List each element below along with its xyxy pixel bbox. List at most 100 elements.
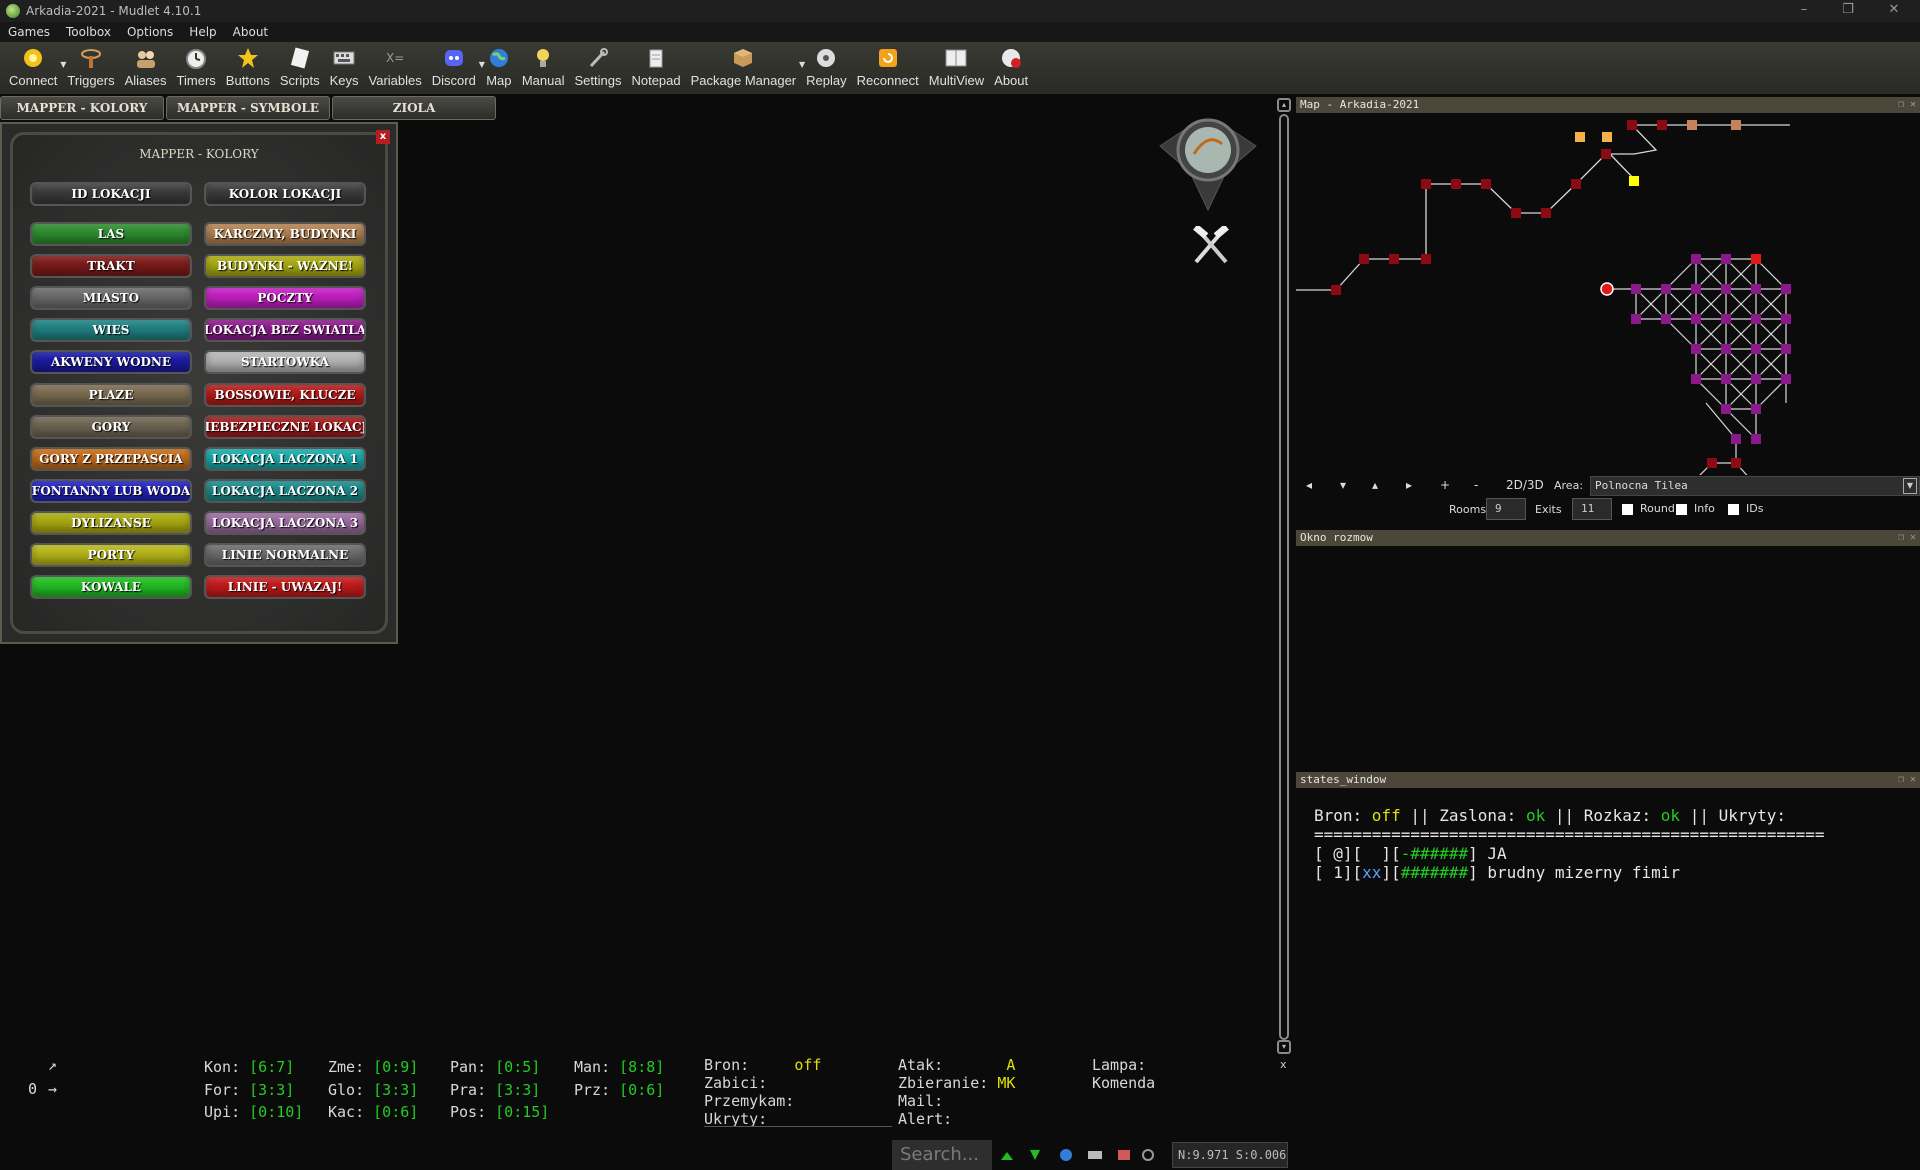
panel-title: MAPPER - KOLORY — [139, 147, 259, 161]
about-button[interactable]: About — [989, 42, 1033, 88]
buttons-button[interactable]: Buttons — [221, 42, 275, 88]
color-button-right-2[interactable]: POCZTY — [204, 286, 366, 311]
tab-ziola[interactable]: ZIOLA — [332, 96, 496, 120]
scripts-button[interactable]: Scripts — [275, 42, 325, 88]
compass-arrow-e: → — [48, 1080, 58, 1098]
settings-button[interactable]: Settings — [569, 42, 626, 88]
notepad-button[interactable]: Notepad — [626, 42, 685, 88]
map-nav-west[interactable]: ◂ — [1306, 478, 1312, 492]
stat-value: [6:7] — [249, 1058, 295, 1076]
stat-value: [0:6] — [373, 1103, 419, 1121]
panel-close-button[interactable]: x — [376, 130, 390, 144]
map-room-path-9 — [1571, 179, 1581, 189]
map-room-grid-4 — [1661, 284, 1671, 294]
timers-button[interactable]: Timers — [172, 42, 221, 88]
map-nav-north[interactable]: ▴ — [1372, 478, 1378, 492]
id-lokacji-button[interactable]: ID LOKACJI — [30, 182, 192, 206]
triggers-button[interactable]: Triggers — [62, 42, 119, 88]
tab-mapper-symbole[interactable]: MAPPER - SYMBOLE — [166, 96, 330, 120]
stat-for: For: [3:3] — [204, 1079, 294, 1101]
map-room-path-10 — [1601, 149, 1611, 159]
minimize-button[interactable]: – — [1782, 0, 1826, 22]
color-button-left-4[interactable]: AKWENY WODNE — [30, 350, 192, 375]
manual-button[interactable]: Manual — [517, 42, 570, 88]
scroll-up-arrow[interactable]: ▴ — [1277, 98, 1291, 112]
color-button-left-10[interactable]: PORTY — [30, 543, 192, 567]
reconnect-button[interactable]: Reconnect — [852, 42, 924, 88]
maximize-button[interactable]: ❐ — [1826, 0, 1870, 22]
menu-toolbox[interactable]: Toolbox — [58, 25, 119, 39]
color-button-right-9[interactable]: LOKACJA LACZONA 3 — [204, 510, 366, 535]
discord-icon — [441, 45, 467, 71]
main-toolbar: Connect ▼ Triggers Aliases Timers Buttons… — [0, 42, 1920, 94]
map-canvas[interactable] — [1296, 113, 1920, 475]
ids-checkbox[interactable] — [1728, 504, 1739, 515]
map-room-south-3 — [1731, 458, 1741, 468]
color-button-left-6[interactable]: GORY — [30, 414, 192, 439]
area-select[interactable]: Polnocna Tilea ▼ — [1590, 476, 1920, 496]
color-button-left-9[interactable]: DYLIZANSE — [30, 510, 192, 535]
states-row1-name: ] JA — [1468, 844, 1507, 863]
map-button[interactable]: Map — [481, 42, 517, 88]
map-zoom-out[interactable]: - — [1474, 478, 1478, 492]
map-nav-south[interactable]: ▾ — [1340, 478, 1346, 492]
kolor-lokacji-button[interactable]: KOLOR LOKACJI — [204, 182, 366, 206]
record-icon — [1118, 1150, 1130, 1160]
tab-mapper-kolory[interactable]: MAPPER - KOLORY — [0, 96, 164, 120]
color-button-right-3[interactable]: LOKACJA BEZ SWIATLA — [204, 318, 366, 343]
color-button-right-6[interactable]: NIEBEZPIECZNE LOKACJE — [204, 414, 366, 439]
multiview-button[interactable]: MultiView — [924, 42, 989, 88]
map-zoom-in[interactable]: + — [1440, 478, 1450, 492]
rooms-spinbox[interactable]: 9 — [1486, 498, 1526, 520]
color-button-right-8[interactable]: LOKACJA LACZONA 2 — [204, 478, 366, 503]
connect-button[interactable]: Connect ▼ — [4, 42, 66, 88]
exits-spinbox[interactable]: 11 — [1572, 498, 1612, 520]
color-button-right-1[interactable]: BUDYNKI - WAZNE! — [204, 254, 366, 279]
chat-window-buttons[interactable]: ❐ ✕ — [1898, 530, 1916, 546]
color-button-right-0[interactable]: KARCZMY, BUDYNKI — [204, 222, 366, 246]
stat-value: [0:5] — [495, 1058, 541, 1076]
color-button-left-1[interactable]: TRAKT — [30, 254, 192, 279]
menu-help[interactable]: Help — [181, 25, 224, 39]
color-button-left-7[interactable]: GORY Z PRZEPASCIA — [30, 446, 192, 471]
color-button-left-0[interactable]: LAS — [30, 222, 192, 246]
color-button-right-10[interactable]: LINIE NORMALNE — [204, 543, 366, 567]
variables-button[interactable]: X= Variables — [364, 42, 427, 88]
compass-emblem[interactable] — [1150, 106, 1266, 216]
hammer-tools-icon[interactable] — [1190, 224, 1232, 266]
discord-button[interactable]: Discord ▼ — [427, 42, 485, 88]
menu-about[interactable]: About — [225, 25, 276, 39]
package-manager-button[interactable]: Package Manager ▼ — [686, 42, 805, 88]
color-button-right-11[interactable]: LINIE - UWAZAJ! — [204, 575, 366, 600]
map-room-grid-9 — [1631, 314, 1641, 324]
stat-value: [0:15] — [495, 1103, 550, 1121]
search-input[interactable]: Search... — [892, 1140, 992, 1170]
info-checkbox[interactable] — [1676, 504, 1687, 515]
close-window-button[interactable]: ✕ — [1872, 0, 1916, 22]
color-button-left-2[interactable]: MIASTO — [30, 286, 192, 311]
keys-button[interactable]: Keys — [325, 42, 364, 88]
color-button-left-8[interactable]: FONTANNY LUB WODA — [30, 478, 192, 503]
scroll-close-button[interactable]: x — [1280, 1058, 1287, 1071]
chevron-down-icon[interactable]: ▼ — [1903, 478, 1917, 494]
color-button-right-4[interactable]: STARTOWKA — [204, 350, 366, 375]
menu-games[interactable]: Games — [0, 25, 58, 39]
map-nav-east[interactable]: ▸ — [1406, 478, 1412, 492]
map-window-buttons[interactable]: ❐ ✕ — [1898, 97, 1916, 113]
menu-options[interactable]: Options — [119, 25, 181, 39]
color-button-right-7[interactable]: LOKACJA LACZONA 1 — [204, 446, 366, 471]
chat-window-body — [1296, 546, 1920, 772]
color-button-left-11[interactable]: KOWALE — [30, 575, 192, 600]
map-2d3d-toggle[interactable]: 2D/3D — [1506, 478, 1544, 492]
color-button-right-5[interactable]: BOSSOWIE, KLUCZE — [204, 382, 366, 407]
scroll-down-arrow[interactable]: ▾ — [1277, 1040, 1291, 1054]
scroll-track[interactable] — [1279, 114, 1289, 1040]
main-console-scrollbar[interactable]: ▴ ▾ x — [1276, 96, 1292, 1071]
round-checkbox[interactable] — [1622, 504, 1633, 515]
color-button-left-3[interactable]: WIES — [30, 318, 192, 343]
aliases-button[interactable]: Aliases — [120, 42, 172, 88]
status-col4: Lampa: Komenda — [1092, 1056, 1155, 1092]
states-window-buttons[interactable]: ❐ ✕ — [1898, 772, 1916, 788]
color-button-left-5[interactable]: PLAZE — [30, 382, 192, 407]
replay-button[interactable]: Replay — [801, 42, 851, 88]
